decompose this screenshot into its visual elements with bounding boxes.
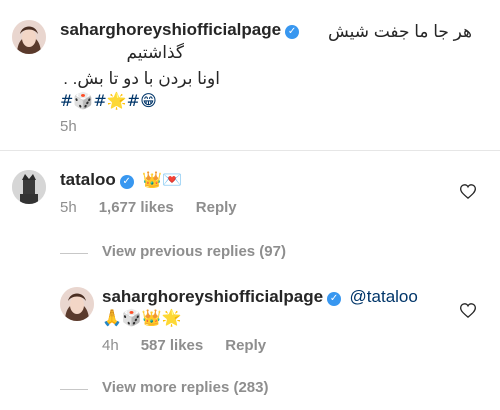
replies-dash	[60, 253, 88, 254]
comment-time: 5h	[60, 199, 77, 216]
reply-time: 4h	[102, 337, 119, 354]
reply-likes[interactable]: 587 likes	[141, 337, 204, 354]
post-caption-line1: هر جا ما جفت شیش	[327, 22, 472, 41]
heart-outline-icon[interactable]	[460, 184, 476, 199]
post-avatar[interactable]	[12, 20, 46, 54]
verified-badge-icon: ✓	[327, 292, 342, 306]
post-hashtags[interactable]: #🎲#🌟#😁	[60, 89, 157, 113]
post-caption-line2: گذاشتیم	[126, 43, 184, 62]
avatar-image	[12, 20, 46, 54]
view-previous-replies[interactable]: View previous replies (97)	[102, 243, 286, 260]
more-replies-dash	[60, 389, 88, 390]
reply-header: saharghoreyshiofficialpage ✓ @tataloo	[102, 287, 492, 307]
avatar-image	[60, 287, 94, 321]
reply-meta: 4h 587 likes Reply	[102, 337, 288, 354]
reply-username[interactable]: saharghoreyshiofficialpage	[102, 287, 323, 306]
reply-avatar[interactable]	[60, 287, 94, 321]
heart-outline-icon[interactable]	[460, 303, 476, 318]
avatar-image	[12, 170, 46, 204]
comment-meta: 5h 1,677 likes Reply	[60, 199, 259, 216]
comment-avatar[interactable]	[12, 170, 46, 204]
reply-text: 🙏🎲👑🌟	[102, 308, 182, 327]
post-username[interactable]: saharghoreyshiofficialpage	[60, 20, 281, 39]
comment-text: 👑💌	[142, 170, 183, 189]
comment-username[interactable]: tataloo	[60, 170, 116, 189]
view-more-replies[interactable]: View more replies (283)	[102, 379, 268, 396]
reply-reply-button[interactable]: Reply	[225, 337, 266, 354]
divider	[0, 150, 500, 151]
reply-mention[interactable]: @tataloo	[350, 287, 418, 306]
post-time: 5h	[60, 118, 77, 135]
comment-reply-button[interactable]: Reply	[196, 199, 237, 216]
comment-header: tataloo ✓ 👑💌	[60, 170, 182, 190]
comment-likes[interactable]: 1,677 likes	[99, 199, 174, 216]
verified-badge-icon: ✓	[119, 175, 134, 189]
post-caption-line3: اونا بردن با دو تا بش. .	[63, 69, 220, 88]
verified-badge-icon: ✓	[285, 25, 300, 39]
